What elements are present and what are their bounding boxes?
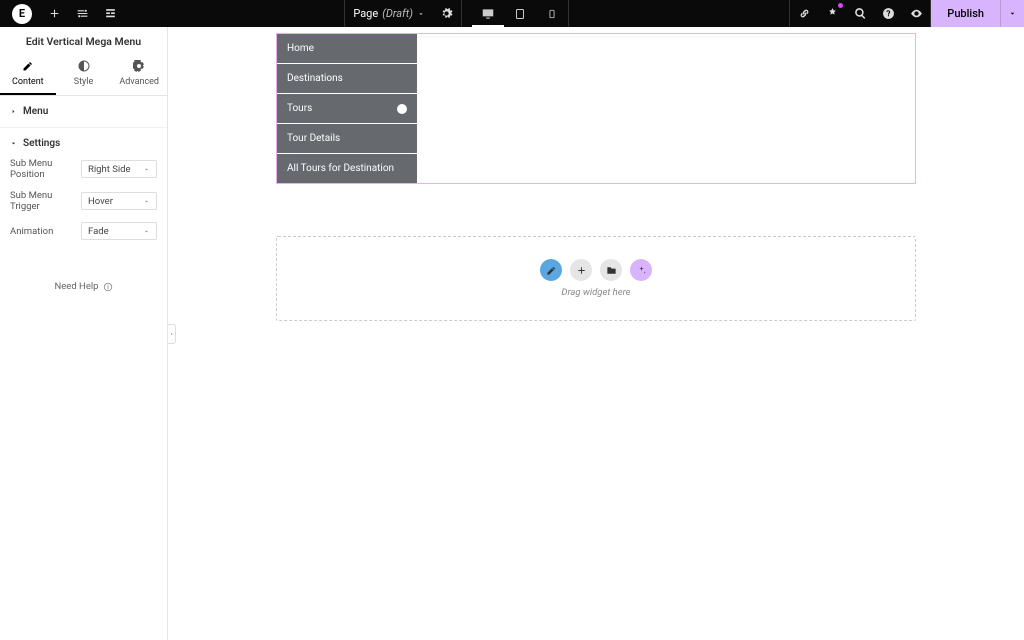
animation-value: Fade <box>88 226 109 237</box>
section-settings-toggle[interactable]: Settings <box>10 134 157 153</box>
need-help-link[interactable]: Need Help <box>0 281 167 292</box>
tab-style-label: Style <box>74 77 94 87</box>
publish-button[interactable]: Publish <box>931 0 1000 27</box>
tab-advanced[interactable]: Advanced <box>111 56 167 95</box>
dropzone-ai-button[interactable] <box>630 259 652 281</box>
help-icon[interactable] <box>874 0 902 27</box>
sparkle-icon <box>636 265 647 276</box>
settings-sliders-icon[interactable] <box>68 0 96 27</box>
chevron-down-icon <box>143 166 150 173</box>
page-label-text: Page <box>353 7 378 20</box>
page-title-dropdown[interactable]: Page (Draft) <box>345 7 433 20</box>
tab-style[interactable]: Style <box>56 56 112 95</box>
mega-menu-item[interactable]: Tours <box>277 94 417 123</box>
finder-search-icon[interactable] <box>846 0 874 27</box>
dropzone-hint-text: Drag widget here <box>561 287 630 298</box>
contrast-icon <box>78 60 90 72</box>
mega-menu-item-label: Tour Details <box>287 133 340 144</box>
mega-menu-item[interactable]: Tour Details <box>277 124 417 153</box>
plus-icon <box>576 265 587 276</box>
animation-select[interactable]: Fade <box>81 222 157 240</box>
mega-menu-item-label: Home <box>287 43 314 54</box>
folder-icon <box>606 265 617 276</box>
publish-options-dropdown[interactable] <box>1000 0 1024 27</box>
page-status-text: (Draft) <box>382 7 413 20</box>
mega-menu-item-label: Tours <box>287 103 312 114</box>
page-settings-gear-icon[interactable] <box>433 0 461 27</box>
section-menu-toggle[interactable]: Menu <box>10 102 157 121</box>
dropzone-add-button[interactable] <box>570 259 592 281</box>
sidebar-collapse-handle[interactable] <box>168 324 176 344</box>
submenu-position-select[interactable]: Right Side <box>81 160 157 178</box>
elementor-logo[interactable]: E <box>12 4 32 24</box>
vertical-mega-menu-widget[interactable]: Home Destinations Tours Tour Details All… <box>276 33 916 184</box>
chevron-down-icon <box>143 228 150 235</box>
edit-icon <box>546 265 557 276</box>
section-menu-title: Menu <box>23 106 48 117</box>
submenu-trigger-select[interactable]: Hover <box>81 192 157 210</box>
submenu-position-label: Sub Menu Position <box>10 158 80 180</box>
mega-menu-content-area <box>417 34 915 183</box>
widget-dropzone[interactable]: Drag widget here <box>276 236 916 321</box>
chevron-down-icon <box>417 10 425 18</box>
viewport-mobile[interactable] <box>536 0 568 27</box>
viewport-desktop[interactable] <box>472 0 504 27</box>
need-help-label: Need Help <box>54 281 98 292</box>
gear-icon <box>133 60 145 72</box>
structure-icon[interactable] <box>96 0 124 27</box>
chevron-down-icon <box>143 198 150 205</box>
chevron-left-icon <box>169 330 174 338</box>
pencil-icon <box>22 60 34 72</box>
tab-advanced-label: Advanced <box>119 77 159 87</box>
section-settings-title: Settings <box>23 138 60 149</box>
panel-title: Edit Vertical Mega Menu <box>0 27 167 56</box>
dropzone-template-button[interactable] <box>600 259 622 281</box>
info-circle-icon <box>103 282 113 292</box>
submenu-trigger-label: Sub Menu Trigger <box>10 190 80 212</box>
preview-eye-icon[interactable] <box>902 0 930 27</box>
connect-icon[interactable] <box>790 0 818 27</box>
mega-menu-item-badge <box>397 104 407 114</box>
submenu-trigger-value: Hover <box>88 196 113 207</box>
add-element-button[interactable] <box>40 0 68 27</box>
mega-menu-item-label: Destinations <box>287 73 343 84</box>
viewport-tablet[interactable] <box>504 0 536 27</box>
mega-menu-item[interactable]: All Tours for Destination <box>277 154 417 183</box>
chevron-right-icon <box>10 108 17 115</box>
mega-menu-item[interactable]: Home <box>277 34 417 63</box>
chevron-down-icon <box>10 140 17 147</box>
submenu-position-value: Right Side <box>88 164 131 175</box>
notifications-icon[interactable] <box>818 0 846 27</box>
tab-content[interactable]: Content <box>0 56 56 95</box>
dropzone-edit-button[interactable] <box>540 259 562 281</box>
tab-content-label: Content <box>12 77 44 87</box>
animation-label: Animation <box>10 226 80 237</box>
mega-menu-item-label: All Tours for Destination <box>287 163 394 174</box>
mega-menu-item[interactable]: Destinations <box>277 64 417 93</box>
